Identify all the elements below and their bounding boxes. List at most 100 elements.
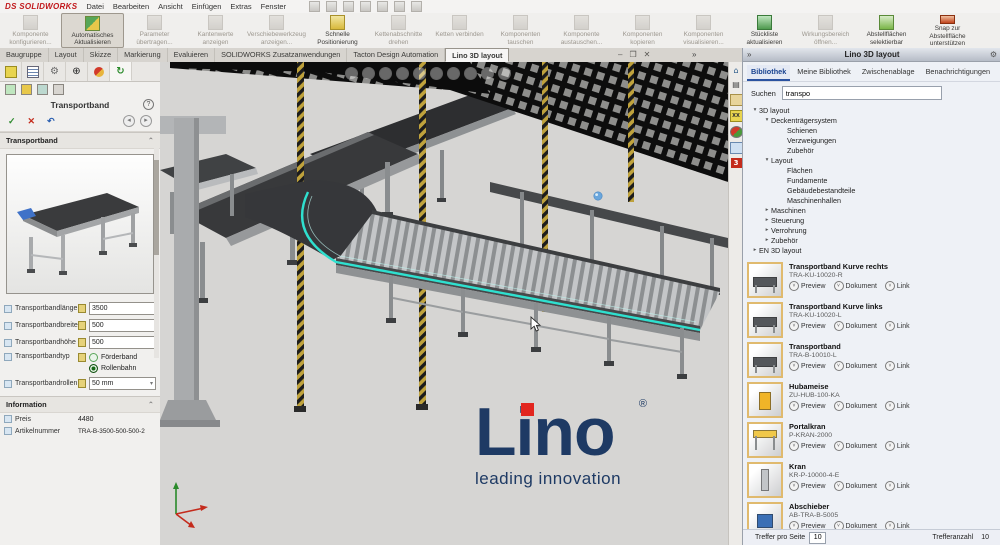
notification-badge[interactable]: 3: [730, 158, 742, 168]
section-header-information[interactable]: Information ⌃: [0, 396, 160, 413]
tree-item-fundamente[interactable]: Fundamente: [749, 175, 995, 185]
toolbar-overflow-icon[interactable]: »: [692, 50, 696, 59]
ribbon-button-kettenabschnitte-drehen[interactable]: Kettenabschnitte drehen: [368, 13, 429, 48]
list-item-transportband[interactable]: Transportband TRA-B-10010-L ˅ Preview ˅ Do…: [747, 342, 997, 378]
appearance-icon[interactable]: [464, 67, 477, 80]
ribbon-button-abstellflaechen-selektierbar[interactable]: Abstellflächen selektierbar: [856, 13, 917, 48]
pm-back-icon[interactable]: ◂: [123, 115, 135, 127]
tree-item-maschinenhallen[interactable]: Maschinenhallen: [749, 195, 995, 205]
menu-datei[interactable]: Datei: [86, 2, 104, 11]
ribbon-button-parameter-uebertragen[interactable]: Parameter übertragen...: [124, 13, 185, 48]
item-thumbnail[interactable]: [747, 422, 783, 458]
item-thumbnail[interactable]: [747, 302, 783, 338]
dokument-button[interactable]: ˅ Dokument: [833, 361, 877, 371]
item-thumbnail[interactable]: [747, 462, 783, 498]
save-icon[interactable]: [343, 1, 355, 12]
link-button[interactable]: ˅ Link: [884, 321, 910, 331]
ribbon-button-komponenten-kopieren[interactable]: Komponenten kopieren: [612, 13, 673, 48]
ribbon-button-wirkungsbereich-oeffnen[interactable]: Wirkungsbereich öffnen...: [795, 13, 856, 48]
preview-button[interactable]: ˅ Preview: [789, 481, 826, 491]
tab-baugruppe[interactable]: Baugruppe: [0, 48, 49, 62]
tab-markierung[interactable]: Markierung: [118, 48, 168, 62]
link-button[interactable]: ˅ Link: [884, 441, 910, 451]
section-view-icon[interactable]: [396, 67, 409, 80]
camera-icon[interactable]: [498, 67, 511, 80]
tab-bibliothek[interactable]: Bibliothek: [747, 65, 791, 81]
item-thumbnail[interactable]: [747, 502, 783, 529]
home-icon[interactable]: ⌂: [731, 66, 742, 76]
item-thumbnail[interactable]: [747, 262, 783, 298]
transportbandbreite-input[interactable]: [89, 319, 156, 332]
preview-button[interactable]: ˅ Preview: [789, 361, 826, 371]
tree-item-flaechen[interactable]: Flächen: [749, 165, 995, 175]
undo-icon[interactable]: [377, 1, 389, 12]
panel-settings-icon[interactable]: ⚙: [990, 50, 997, 59]
new-icon[interactable]: [309, 1, 321, 12]
tab-solidworks-zusatzanwendungen[interactable]: SOLIDWORKS Zusatzanwendungen: [215, 48, 348, 62]
minimize-icon[interactable]: –: [618, 49, 622, 61]
tree-expander-icon[interactable]: ▸: [763, 237, 771, 243]
pm-tool-copy-icon[interactable]: [53, 84, 64, 95]
zoom-area-icon[interactable]: [362, 67, 375, 80]
view-orientation-icon[interactable]: [413, 67, 426, 80]
ribbon-button-komponenten-visualisieren[interactable]: Komponenten visualisieren...: [673, 13, 734, 48]
tree-expander-icon[interactable]: ▸: [763, 207, 771, 213]
status-ball-icon[interactable]: [729, 126, 743, 138]
per-page-input[interactable]: [809, 531, 827, 544]
menu-ansicht[interactable]: Ansicht: [158, 2, 183, 11]
tree-expander-icon[interactable]: ▸: [763, 227, 771, 233]
previous-view-icon[interactable]: [379, 67, 392, 80]
section-header-transportband[interactable]: Transportband ⌃: [0, 132, 160, 149]
tree-item-deckentraegersystem[interactable]: ▾ Deckenträgersystem: [749, 115, 995, 125]
properties-card-icon[interactable]: [729, 142, 743, 154]
tree-item-maschinen[interactable]: ▸ Maschinen: [749, 205, 995, 215]
menu-bearbeiten[interactable]: Bearbeiten: [113, 2, 149, 11]
tree-item-zubehoer[interactable]: Zubehör: [749, 145, 995, 155]
transportbandlaenge-input[interactable]: [89, 302, 156, 315]
restore-icon[interactable]: ❒: [629, 49, 636, 61]
link-button[interactable]: ˅ Link: [884, 521, 910, 529]
dokument-button[interactable]: ˅ Dokument: [833, 401, 877, 411]
preview-button[interactable]: ˅ Preview: [789, 441, 826, 451]
tree-expander-icon[interactable]: ▾: [751, 107, 759, 113]
list-item-kran[interactable]: Kran KR-P-10000-4-E ˅ Preview ˅ Dokument ˅…: [747, 462, 997, 498]
transportbandhoehe-input[interactable]: [89, 336, 156, 349]
tree-item-schienen[interactable]: Schienen: [749, 125, 995, 135]
item-thumbnail[interactable]: [747, 342, 783, 378]
tab-configurationmanager[interactable]: ⚙: [44, 62, 66, 81]
ribbon-button-ketten-verbinden[interactable]: Ketten verbinden: [429, 13, 490, 48]
menu-fenster[interactable]: Fenster: [261, 2, 286, 11]
pm-forward-icon[interactable]: ▸: [140, 115, 152, 127]
link-button[interactable]: ˅ Link: [884, 361, 910, 371]
tree-item-en-3d-layout[interactable]: ▸ EN 3D layout: [749, 245, 995, 255]
link-button[interactable]: ˅ Link: [884, 401, 910, 411]
tree-expander-icon[interactable]: ▸: [751, 247, 759, 253]
preview-button[interactable]: ˅ Preview: [789, 321, 826, 331]
dokument-button[interactable]: ˅ Dokument: [833, 481, 877, 491]
help-icon[interactable]: ?: [143, 99, 154, 110]
tab-tacton-design-automation[interactable]: Tacton Design Automation: [347, 48, 446, 62]
tab-benachrichtigungen[interactable]: Benachrichtigungen: [922, 65, 995, 81]
ribbon-button-verschiebewerkzeug[interactable]: Verschiebewerkzeug anzeigen...: [246, 13, 307, 48]
tree-expander-icon[interactable]: ▾: [763, 117, 771, 123]
tree-expander-icon[interactable]: ▾: [763, 157, 771, 163]
tab-dimxpertmanager[interactable]: ⊕: [66, 62, 88, 81]
list-item-abschieber[interactable]: Abschieber AB-TRA-B-5005 ˅ Preview ˅ Dokum…: [747, 502, 997, 529]
dokument-button[interactable]: ˅ Dokument: [833, 281, 877, 291]
tab-propertymanager[interactable]: [22, 62, 44, 81]
ribbon-button-stueckliste-aktualisieren[interactable]: Stückliste aktualisieren: [734, 13, 795, 48]
ribbon-button-komponente-konfigurieren[interactable]: Komponente konfigurieren...: [0, 13, 61, 48]
tree-item-zubehoer-2[interactable]: ▸ Zubehör: [749, 235, 995, 245]
tree-item-3d-layout[interactable]: ▾ 3D layout: [749, 105, 995, 115]
display-style-icon[interactable]: [430, 67, 443, 80]
design-library-icon[interactable]: ▤: [731, 80, 742, 90]
menu-extras[interactable]: Extras: [230, 2, 251, 11]
radio-foerderband[interactable]: Förderband: [89, 353, 156, 362]
ribbon-button-schnelle-positionierung[interactable]: Schnelle Positionierung: [307, 13, 368, 48]
list-item-transportband-kurve-links[interactable]: Transportband Kurve links TRA-KU-10020-L…: [747, 302, 997, 338]
rebuild-icon[interactable]: [394, 1, 406, 12]
tab-evaluieren[interactable]: Evaluieren: [168, 48, 216, 62]
pm-scrollbar-thumb[interactable]: [154, 160, 159, 255]
tab-lino-manager[interactable]: ↻: [110, 62, 132, 81]
collapse-icon[interactable]: ⌃: [148, 136, 154, 145]
